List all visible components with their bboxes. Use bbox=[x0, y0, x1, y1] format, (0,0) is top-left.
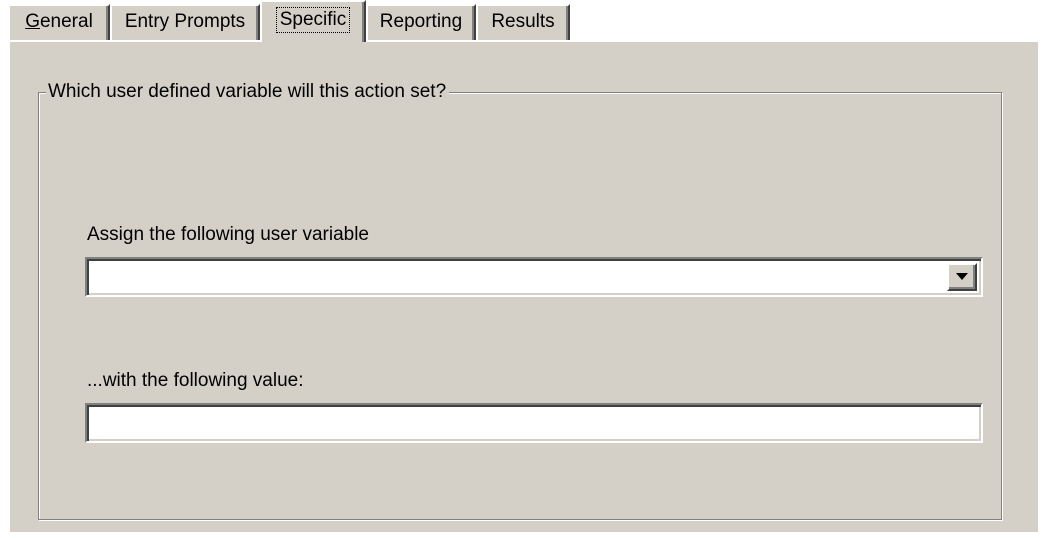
tab-results-label: Results bbox=[491, 11, 555, 32]
tab-general[interactable]: General bbox=[8, 4, 110, 40]
tab-results[interactable]: Results bbox=[476, 4, 570, 40]
chevron-down-icon bbox=[956, 273, 968, 280]
tab-specific[interactable]: Specific bbox=[260, 0, 366, 42]
variable-value-input[interactable] bbox=[85, 403, 983, 443]
tab-specific-label: Specific bbox=[275, 7, 351, 33]
tab-entry-prompts-label: Entry Prompts bbox=[124, 11, 246, 32]
variable-group-box: Which user defined variable will this ac… bbox=[38, 79, 1002, 520]
tab-reporting-label: Reporting bbox=[379, 11, 463, 32]
tab-entry-prompts[interactable]: Entry Prompts bbox=[110, 4, 260, 40]
group-title: Which user defined variable will this ac… bbox=[46, 79, 450, 105]
dropdown-button[interactable] bbox=[947, 263, 977, 291]
tab-reporting[interactable]: Reporting bbox=[366, 4, 476, 40]
tab-page-specific: Which user defined variable will this ac… bbox=[8, 40, 1038, 532]
value-field-label: ...with the following value: bbox=[87, 370, 304, 391]
variable-field-label: Assign the following user variable bbox=[87, 224, 369, 245]
tab-general-label: General bbox=[25, 11, 93, 32]
tab-strip: General Entry Prompts Specific Reporting… bbox=[8, 0, 1038, 42]
user-variable-dropdown[interactable] bbox=[85, 257, 983, 297]
